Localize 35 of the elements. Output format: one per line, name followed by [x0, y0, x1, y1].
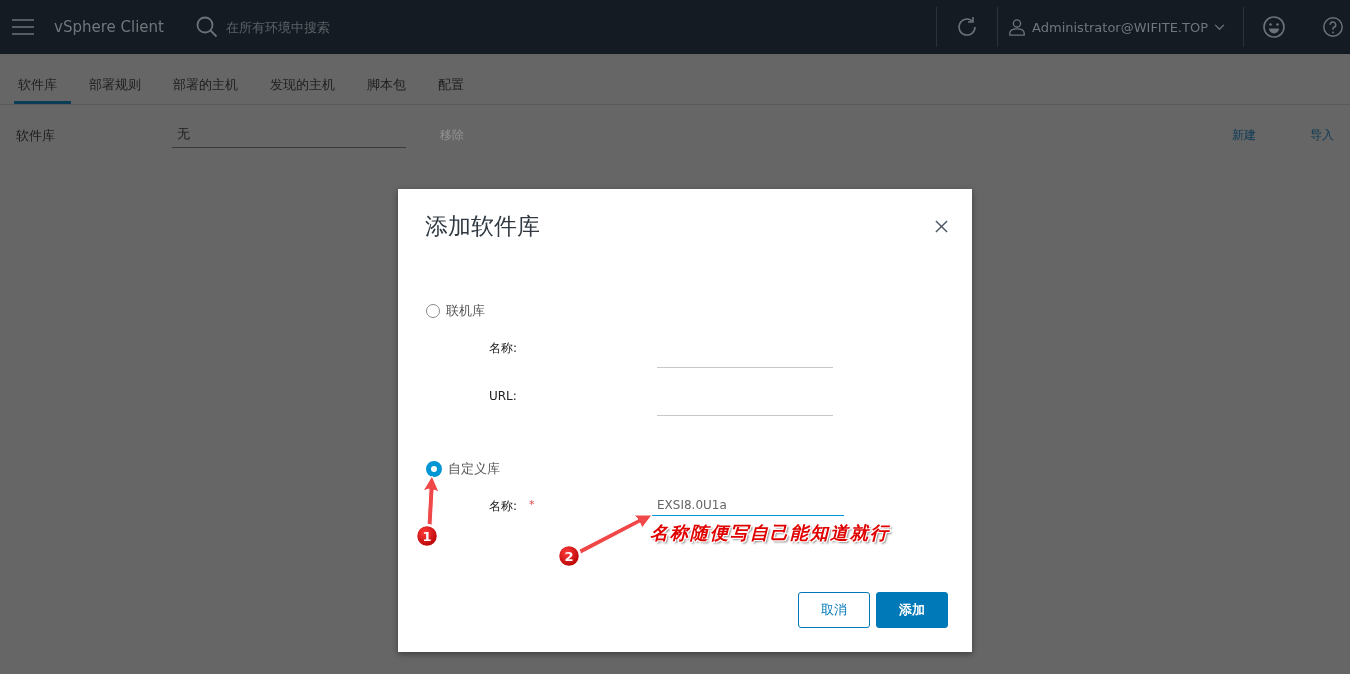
field-label: 名称: [489, 499, 518, 514]
number-badge: 1 [414, 523, 440, 549]
close-icon[interactable] [935, 220, 948, 233]
user-menu[interactable]: Administrator@WIFITE.TOP [998, 18, 1243, 36]
radio-button[interactable] [426, 461, 442, 477]
new-link[interactable]: 新建 [1228, 125, 1260, 146]
depot-label: 软件库 [16, 126, 56, 145]
help-icon[interactable] [1322, 16, 1344, 38]
depot-select[interactable]: 无 [172, 123, 406, 148]
app-title: vSphere Client [54, 18, 164, 36]
text-field[interactable]: EXSI8.0U1a [652, 495, 844, 516]
required-mark: * [529, 499, 535, 511]
dialog-title: 添加软件库 [425, 212, 540, 241]
menu-icon[interactable] [12, 19, 34, 35]
tab[interactable]: 脚本包 [363, 72, 420, 104]
smiley-icon[interactable] [1262, 15, 1286, 39]
field-label: URL: [489, 389, 517, 404]
radio-label[interactable]: 自定义库 [448, 460, 500, 478]
annotation-note: 名称随便写自己能知道就行 [650, 521, 890, 545]
add-button[interactable]: 添加 [876, 592, 948, 628]
radio-label[interactable]: 联机库 [446, 302, 485, 320]
user-icon [1008, 18, 1027, 36]
search-field[interactable]: 在所有环境中搜索 [223, 18, 428, 36]
import-link[interactable]: 导入 [1306, 125, 1338, 146]
number-badge: 2 [556, 543, 582, 569]
tab[interactable]: 发现的主机 [266, 72, 349, 104]
field-label: 名称: [489, 341, 518, 356]
tab[interactable]: 部署规则 [85, 72, 155, 104]
caret-icon [1214, 23, 1225, 31]
arrow-annotation [422, 475, 440, 527]
tab[interactable]: 部署的主机 [169, 72, 252, 104]
search-icon [195, 16, 218, 38]
cancel-button[interactable]: 取消 [798, 592, 870, 628]
tab[interactable]: 配置 [434, 72, 478, 104]
tab[interactable]: 软件库 [14, 72, 71, 104]
